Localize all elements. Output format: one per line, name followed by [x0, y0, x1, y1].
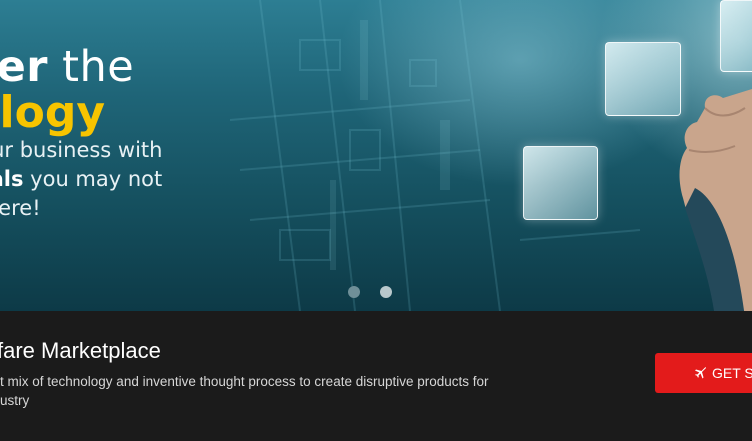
hero-line-1-bold: over: [0, 42, 48, 92]
hero-line-2: nology: [0, 87, 106, 138]
hero-line-4-bold: d deals: [0, 167, 24, 191]
glass-tile: [605, 42, 681, 116]
carousel-dot-2[interactable]: [380, 286, 392, 298]
carousel-indicators: [348, 286, 392, 298]
hero-line-1: over the: [0, 42, 162, 92]
marketplace-description: t mix of technology and inventive though…: [0, 374, 489, 408]
hero-headline: over the nology te your business with d …: [0, 42, 162, 223]
hand-image: [679, 88, 752, 311]
page: over the nology te your business with d …: [0, 0, 752, 441]
carousel-dot-1[interactable]: [348, 286, 360, 298]
hero-line-4-rest: you may not: [23, 167, 163, 191]
plane-icon: [695, 367, 706, 379]
marketplace-title: fare Marketplace: [0, 338, 161, 363]
glass-tile: [720, 0, 752, 72]
hero-line-1-rest: the: [47, 42, 135, 92]
hero-line-5: lsewhere!: [0, 196, 41, 220]
glass-tile: [523, 146, 598, 220]
hero-line-3: te your business with: [0, 138, 163, 162]
hero-line-4: d deals you may not: [0, 165, 162, 194]
hero-slider: over the nology te your business with d …: [0, 0, 752, 311]
get-started-button[interactable]: GET ST: [655, 353, 752, 393]
marketplace-strip: fare Marketplace t mix of technology and…: [0, 311, 752, 441]
get-started-label: GET ST: [712, 365, 752, 381]
